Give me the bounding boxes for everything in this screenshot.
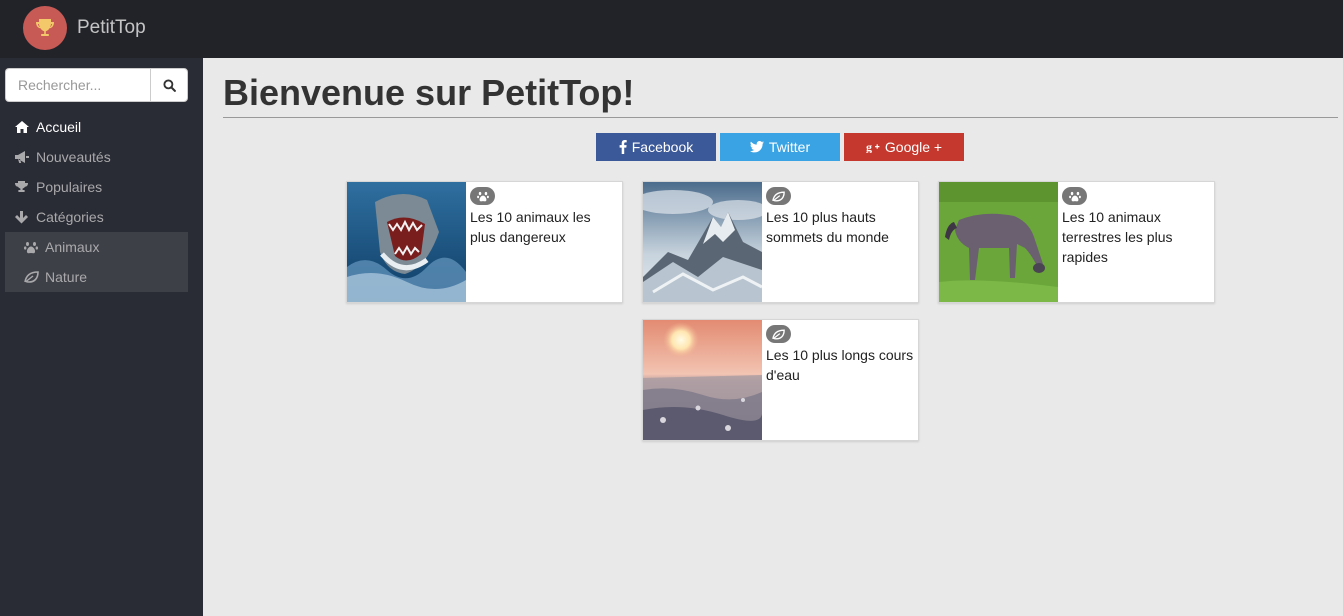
brand-logo[interactable] (23, 6, 67, 50)
home-icon (15, 120, 31, 134)
twitter-share-button[interactable]: Twitter (720, 133, 840, 161)
wildebeest-thumbnail (939, 182, 1058, 302)
sidebar-item-nouveautes[interactable]: Nouveautés (0, 142, 203, 172)
page-title: Bienvenue sur PetitTop! (223, 72, 635, 113)
sidebar-item-categories[interactable]: Catégories (0, 202, 203, 232)
trophy-icon (36, 19, 54, 36)
facebook-share-label: Facebook (631, 139, 694, 155)
category-badge (470, 187, 495, 205)
mountain-thumbnail (643, 182, 762, 302)
twitter-icon (749, 141, 764, 153)
arrow-down-icon (15, 210, 31, 224)
category-badge (1062, 187, 1087, 205)
sidebar-item-label: Animaux (45, 239, 100, 255)
svg-text:g: g (866, 141, 872, 153)
facebook-share-button[interactable]: Facebook (596, 133, 716, 161)
facebook-icon (619, 140, 627, 154)
search-button[interactable] (150, 68, 188, 102)
sidebar: Accueil Nouveautés Populaires Catégories (0, 58, 203, 616)
article-card[interactable]: Les 10 animaux terrestres les plus rapid… (938, 181, 1215, 303)
brand-name[interactable]: PetitTop (77, 17, 146, 39)
sidebar-item-label: Nouveautés (36, 149, 111, 165)
leaf-icon (772, 328, 785, 340)
sidebar-item-label: Catégories (36, 209, 104, 225)
top-navbar: PetitTop (0, 0, 1343, 58)
card-title: Les 10 plus hauts sommets du monde (766, 209, 889, 245)
category-badge (766, 187, 791, 205)
article-card[interactable]: Les 10 plus hauts sommets du monde (642, 181, 919, 303)
twitter-share-label: Twitter (768, 139, 811, 155)
trophy-icon (15, 180, 31, 194)
article-card[interactable]: Les 10 animaux les plus dangereux (346, 181, 623, 303)
category-badge (766, 325, 791, 343)
main-content: Bienvenue sur PetitTop! Facebook Twitter… (203, 58, 1343, 616)
leaf-icon (24, 270, 40, 284)
search-bar (5, 68, 188, 102)
paw-icon (476, 191, 489, 201)
paw-icon (1068, 191, 1081, 201)
sidebar-item-populaires[interactable]: Populaires (0, 172, 203, 202)
article-card[interactable]: Les 10 plus longs cours d'eau (642, 319, 919, 441)
bullhorn-icon (15, 150, 31, 164)
shark-thumbnail (347, 182, 466, 302)
sidebar-item-accueil[interactable]: Accueil (0, 112, 203, 142)
card-title: Les 10 animaux les plus dangereux (470, 209, 591, 245)
google-plus-icon: g (866, 141, 880, 153)
paw-icon (24, 240, 40, 254)
sidebar-subitem-animaux[interactable]: Animaux (5, 232, 188, 262)
sidebar-item-label: Populaires (36, 179, 103, 195)
sidebar-nav: Accueil Nouveautés Populaires Catégories (0, 112, 203, 292)
categories-submenu: Animaux Nature (5, 232, 188, 292)
sidebar-item-label: Nature (45, 269, 88, 285)
sidebar-item-label: Accueil (36, 119, 82, 135)
google-plus-share-label: Google + (884, 139, 943, 155)
sidebar-subitem-nature[interactable]: Nature (5, 262, 188, 292)
leaf-icon (772, 190, 785, 202)
google-plus-share-button[interactable]: g Google + (844, 133, 964, 161)
search-input[interactable] (5, 68, 150, 102)
search-icon (162, 78, 176, 92)
frozen-river-thumbnail (643, 320, 762, 440)
card-title: Les 10 animaux terrestres les plus rapid… (1062, 209, 1173, 265)
title-divider (223, 117, 1338, 118)
card-title: Les 10 plus longs cours d'eau (766, 347, 914, 383)
